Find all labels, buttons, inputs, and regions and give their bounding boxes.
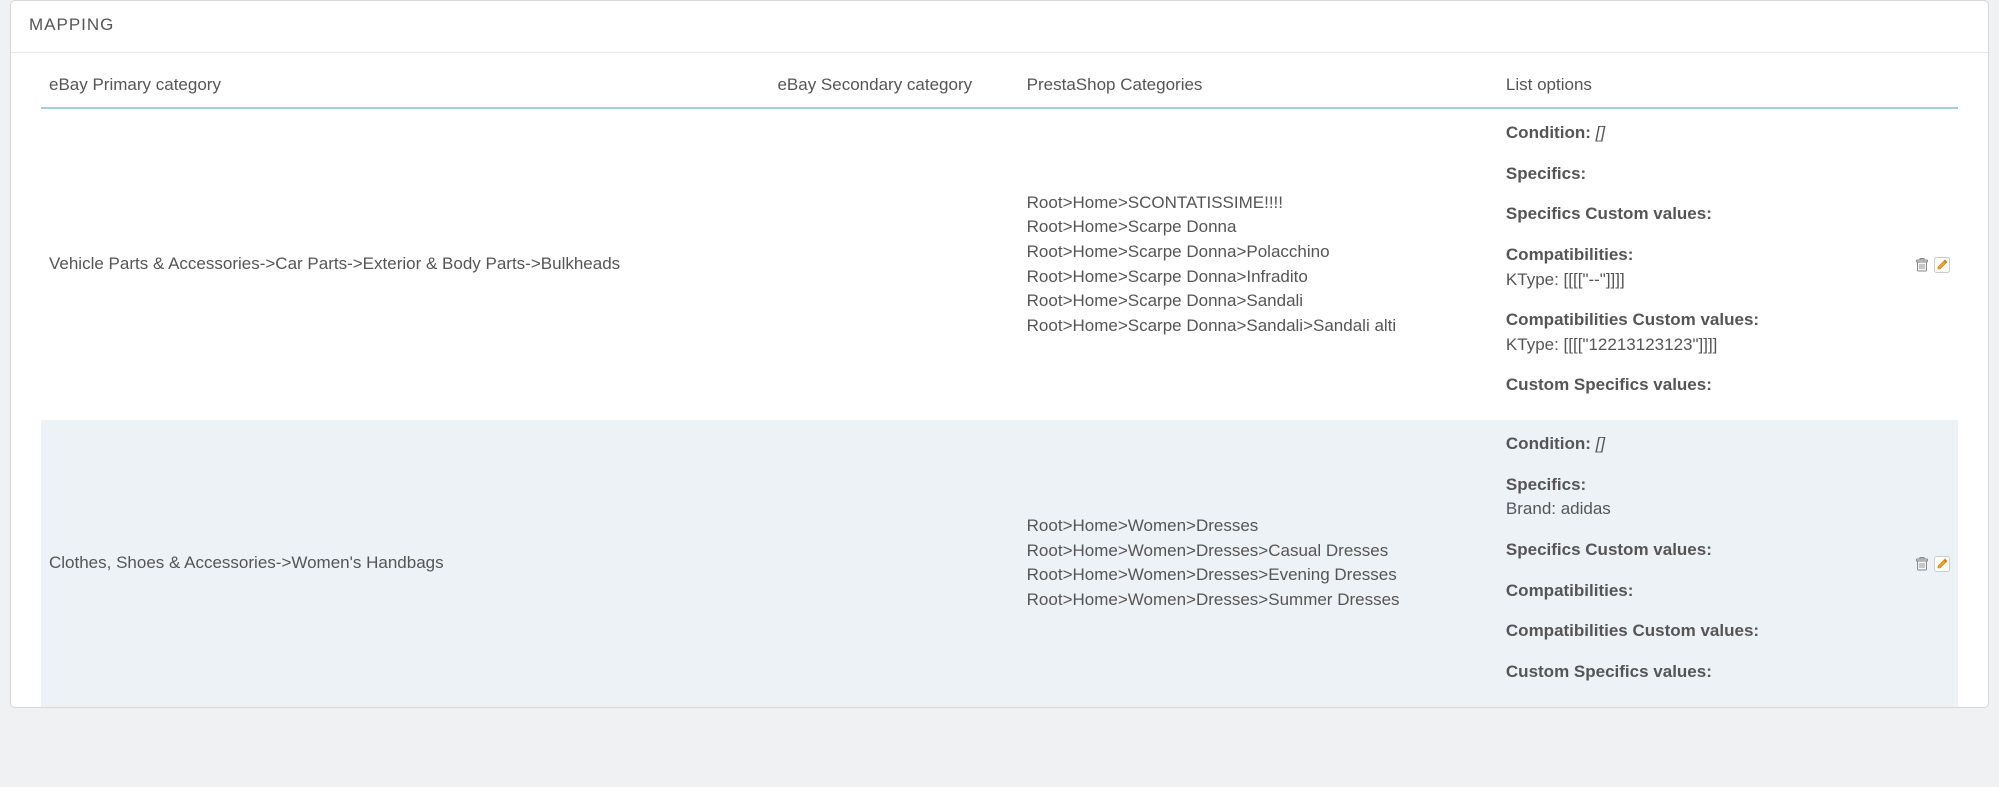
- prestashop-path: Root>Home>Women>Dresses>Summer Dresses: [1027, 588, 1490, 613]
- prestashop-path: Root>Home>Women>Dresses>Casual Dresses: [1027, 539, 1490, 564]
- option-label: Compatibilities Custom values:: [1506, 621, 1759, 640]
- table-row: Vehicle Parts & Accessories->Car Parts->…: [41, 108, 1958, 420]
- option-block: Compatibilities Custom values:: [1506, 619, 1873, 644]
- table-row: Clothes, Shoes & Accessories->Women's Ha…: [41, 420, 1958, 706]
- cell-ebay-secondary: [769, 108, 1018, 420]
- pencil-icon[interactable]: [1932, 555, 1950, 573]
- cell-actions: [1881, 420, 1958, 706]
- col-list-options: List options: [1498, 53, 1881, 108]
- option-block: Condition: []: [1506, 121, 1873, 146]
- prestashop-path: Root>Home>Scarpe Donna>Infradito: [1027, 265, 1490, 290]
- cell-ebay-primary: Clothes, Shoes & Accessories->Women's Ha…: [41, 420, 769, 706]
- option-block: Specifics Custom values:: [1506, 538, 1873, 563]
- mapping-panel: MAPPING eBay Primary category eBay Secon…: [10, 0, 1989, 708]
- prestashop-path: Root>Home>Women>Dresses: [1027, 514, 1490, 539]
- col-prestashop: PrestaShop Categories: [1019, 53, 1498, 108]
- compat-line: KType: [[[["--"]]]]: [1506, 268, 1873, 293]
- option-label: Custom Specifics values:: [1506, 375, 1712, 394]
- cell-list-options: Condition: []Specifics:Brand: adidasSpec…: [1498, 420, 1881, 706]
- col-ebay-primary: eBay Primary category: [41, 53, 769, 108]
- option-block: Condition: []: [1506, 432, 1873, 457]
- col-ebay-secondary: eBay Secondary category: [769, 53, 1018, 108]
- prestashop-path: Root>Home>Women>Dresses>Evening Dresses: [1027, 563, 1490, 588]
- option-block: Compatibilities Custom values: KType: [[[…: [1506, 308, 1873, 357]
- panel-title: MAPPING: [11, 1, 1988, 53]
- trash-icon[interactable]: [1912, 555, 1930, 573]
- option-block: Custom Specifics values:: [1506, 660, 1873, 685]
- prestashop-path: Root>Home>Scarpe Donna: [1027, 215, 1490, 240]
- option-block: Specifics: Brand: adidas: [1506, 473, 1873, 522]
- cell-list-options: Condition: [] Specifics: Specifics Custom …: [1498, 108, 1881, 420]
- option-label: Specifics Custom values:: [1506, 204, 1712, 223]
- col-actions: [1881, 53, 1958, 108]
- cell-ebay-secondary: [769, 420, 1018, 706]
- option-label: Compatibilities Custom values:: [1506, 310, 1759, 329]
- cell-actions: [1881, 108, 1958, 420]
- trash-icon[interactable]: [1912, 256, 1930, 274]
- condition-value: []: [1591, 434, 1605, 453]
- option-block: Specifics Custom values:: [1506, 202, 1873, 227]
- option-block: Specifics:: [1506, 162, 1873, 187]
- option-label: Specifics Custom values:: [1506, 540, 1712, 559]
- cell-prestashop: Root>Home>SCONTATISSIME!!!!Root>Home>Sca…: [1019, 108, 1498, 420]
- option-label: Compatibilities:: [1506, 245, 1634, 264]
- compat-custom-line: KType: [[[["12213123123"]]]]: [1506, 333, 1873, 358]
- panel-body: eBay Primary category eBay Secondary cat…: [11, 53, 1988, 707]
- mapping-table: eBay Primary category eBay Secondary cat…: [41, 53, 1958, 707]
- option-label: Compatibilities:: [1506, 581, 1634, 600]
- option-block: Compatibilities: KType: [[[["--"]]]]: [1506, 243, 1873, 292]
- option-label: Custom Specifics values:: [1506, 662, 1712, 681]
- table-header-row: eBay Primary category eBay Secondary cat…: [41, 53, 1958, 108]
- prestashop-path: Root>Home>Scarpe Donna>Polacchino: [1027, 240, 1490, 265]
- condition-value: []: [1591, 123, 1605, 142]
- cell-prestashop: Root>Home>Women>DressesRoot>Home>Women>D…: [1019, 420, 1498, 706]
- option-block: Custom Specifics values:: [1506, 373, 1873, 398]
- pencil-icon[interactable]: [1932, 256, 1950, 274]
- prestashop-path: Root>Home>Scarpe Donna>Sandali: [1027, 289, 1490, 314]
- prestashop-path: Root>Home>SCONTATISSIME!!!!: [1027, 191, 1490, 216]
- cell-ebay-primary: Vehicle Parts & Accessories->Car Parts->…: [41, 108, 769, 420]
- option-label: Condition:: [1506, 434, 1591, 453]
- option-block: Compatibilities:: [1506, 579, 1873, 604]
- option-label: Specifics:: [1506, 475, 1586, 494]
- specifics-line: Brand: adidas: [1506, 497, 1873, 522]
- prestashop-path: Root>Home>Scarpe Donna>Sandali>Sandali a…: [1027, 314, 1490, 339]
- option-label: Specifics:: [1506, 164, 1586, 183]
- option-label: Condition:: [1506, 123, 1591, 142]
